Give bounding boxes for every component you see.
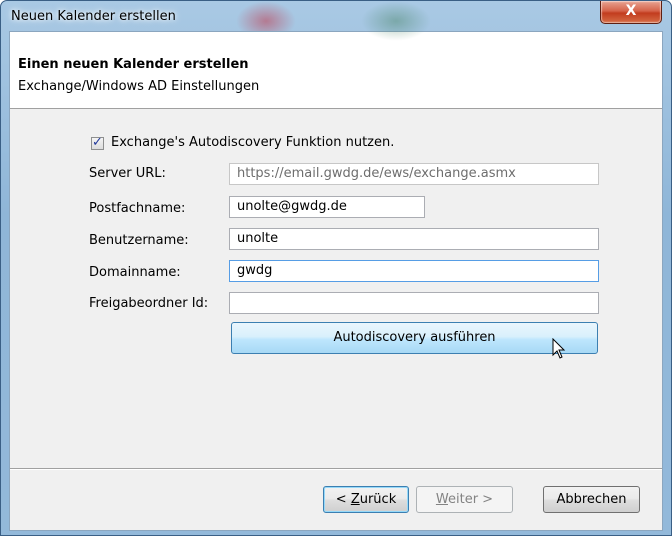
- close-button[interactable]: X: [600, 1, 662, 24]
- close-icon: X: [625, 3, 637, 19]
- next-button-rest: eiter >: [448, 492, 494, 507]
- postfachname-label: Postfachname:: [89, 201, 186, 216]
- domainname-label: Domainname:: [89, 265, 181, 280]
- mouse-pointer-icon: [552, 338, 566, 359]
- footer-separator: [10, 468, 662, 470]
- freigabeordner-label: Freigabeordner Id:: [89, 296, 209, 311]
- back-button-accel: Z: [350, 492, 360, 507]
- back-button-prefix: <: [335, 492, 351, 507]
- next-button[interactable]: Weiter >: [416, 486, 513, 513]
- back-button[interactable]: < Zurück: [323, 486, 409, 513]
- dialog-client-area: Einen neuen Kalender erstellen Exchange/…: [9, 31, 663, 531]
- server-url-label: Server URL:: [89, 166, 166, 181]
- wizard-title: Einen neuen Kalender erstellen: [18, 57, 249, 72]
- next-button-accel: W: [435, 492, 448, 507]
- domainname-input[interactable]: gwdg: [229, 260, 599, 282]
- benutzername-input[interactable]: unolte: [229, 228, 599, 250]
- postfachname-input[interactable]: unolte@gwdg.de: [229, 196, 425, 218]
- wizard-header: Einen neuen Kalender erstellen Exchange/…: [10, 32, 662, 109]
- window-frame: Neuen Kalender erstellen X Einen neuen K…: [0, 0, 672, 536]
- window-title: Neuen Kalender erstellen: [11, 9, 176, 24]
- wizard-subtitle: Exchange/Windows AD Einstellungen: [18, 79, 260, 94]
- benutzername-label: Benutzername:: [89, 233, 189, 248]
- autodiscovery-checkbox[interactable]: ✓: [91, 135, 104, 150]
- cancel-button[interactable]: Abbrechen: [543, 486, 640, 513]
- autodiscovery-button[interactable]: Autodiscovery ausführen: [231, 322, 598, 354]
- freigabeordner-input[interactable]: [229, 292, 599, 314]
- server-url-input[interactable]: https://email.gwdg.de/ews/exchange.asmx: [229, 163, 599, 185]
- back-button-rest: urück: [359, 492, 397, 507]
- autodiscovery-checkbox-label[interactable]: Exchange's Autodiscovery Funktion nutzen…: [111, 135, 394, 150]
- check-mark-icon: ✓: [92, 135, 103, 150]
